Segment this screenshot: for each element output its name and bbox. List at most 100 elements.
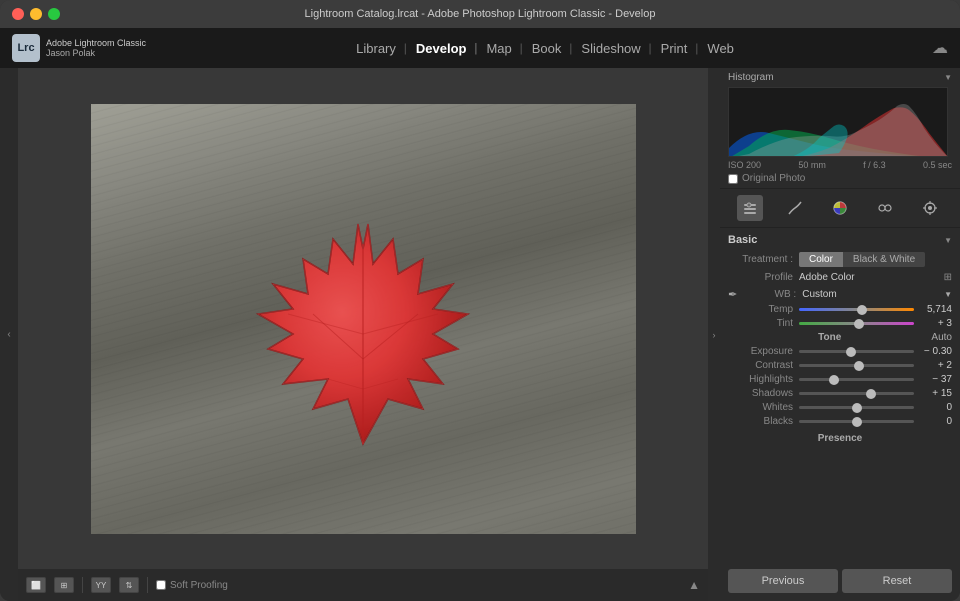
highlights-label: Highlights — [728, 374, 793, 385]
leaf-image — [173, 149, 553, 489]
bottom-buttons: Previous Reset — [720, 561, 960, 601]
bw-treatment-button[interactable]: Black & White — [843, 252, 925, 267]
temp-thumb[interactable] — [857, 305, 867, 315]
left-panel-toggle[interactable]: ‹ — [7, 329, 10, 340]
close-button[interactable] — [12, 8, 24, 20]
original-photo-label: Original Photo — [742, 173, 805, 184]
wb-dropdown-arrow[interactable]: ▼ — [944, 290, 952, 299]
whites-slider-row: Whites 0 — [728, 402, 952, 413]
tone-label: Tone — [728, 332, 931, 343]
exposure-value: − 0.30 — [920, 346, 952, 357]
aperture-value: f / 6.3 — [863, 160, 886, 170]
minimize-button[interactable] — [30, 8, 42, 20]
before-after-button[interactable]: YY — [91, 577, 111, 593]
soft-proofing-label: Soft Proofing — [170, 580, 228, 591]
original-photo-checkbox[interactable] — [728, 174, 738, 184]
basic-section: Basic ▼ Treatment : Color Black & White … — [720, 228, 960, 452]
tint-slider-row: Tint + 3 — [728, 318, 952, 329]
color-treatment-button[interactable]: Color — [799, 252, 843, 267]
contrast-slider-row: Contrast + 2 — [728, 360, 952, 371]
center-area: ⬜ ⊞ YY ⇅ Soft Proofing ▲ — [18, 68, 708, 601]
blacks-slider-row: Blacks 0 — [728, 416, 952, 427]
shadows-value: + 15 — [920, 388, 952, 399]
histogram-meta: ISO 200 50 mm f / 6.3 0.5 sec — [728, 160, 952, 170]
shadows-slider[interactable] — [799, 392, 914, 395]
nav-links: Library Develop Map Book Slideshow Print… — [346, 41, 744, 56]
filmstrip-toggle[interactable]: ▲ — [688, 578, 700, 592]
navbar: Lrc Adobe Lightroom Classic Jason Polak … — [0, 28, 960, 68]
tone-auto-button[interactable]: Auto — [931, 332, 952, 343]
exposure-thumb[interactable] — [846, 347, 856, 357]
tint-slider[interactable] — [799, 322, 914, 325]
lrc-text: Adobe Lightroom Classic Jason Polak — [46, 38, 146, 58]
exposure-slider[interactable] — [799, 350, 914, 353]
contrast-thumb[interactable] — [854, 361, 864, 371]
reset-button[interactable]: Reset — [842, 569, 952, 593]
profile-grid-icon[interactable]: ⊞ — [944, 272, 952, 283]
shadows-thumb[interactable] — [866, 389, 876, 399]
tint-value: + 3 — [920, 318, 952, 329]
app-logo: Lrc Adobe Lightroom Classic Jason Polak — [12, 34, 146, 62]
maximize-button[interactable] — [48, 8, 60, 20]
whites-thumb[interactable] — [852, 403, 862, 413]
toolbar-sep-2 — [147, 577, 148, 593]
histogram-arrow[interactable]: ▼ — [944, 73, 952, 82]
basic-adjustments-tool[interactable] — [737, 195, 763, 221]
treatment-row: Treatment : Color Black & White — [728, 252, 952, 267]
tint-label: Tint — [728, 318, 793, 329]
soft-proofing-checkbox[interactable]: Soft Proofing — [156, 580, 228, 591]
orientation-button[interactable]: ⇅ — [119, 577, 139, 593]
contrast-label: Contrast — [728, 360, 793, 371]
blacks-slider[interactable] — [799, 420, 914, 423]
whites-slider[interactable] — [799, 406, 914, 409]
shutter-value: 0.5 sec — [923, 160, 952, 170]
highlights-slider[interactable] — [799, 378, 914, 381]
nav-map[interactable]: Map — [476, 41, 521, 56]
detail-tool[interactable] — [917, 195, 943, 221]
left-panel: ‹ — [0, 68, 18, 601]
tint-thumb[interactable] — [854, 319, 864, 329]
toolbar-sep-1 — [82, 577, 83, 593]
wb-label: WB : — [741, 289, 796, 300]
tone-curve-tool[interactable] — [782, 195, 808, 221]
temp-slider[interactable] — [799, 308, 914, 311]
wb-value: Custom — [802, 289, 944, 300]
nav-print[interactable]: Print — [651, 41, 698, 56]
right-panel-tab[interactable]: › — [708, 68, 720, 601]
view-mode-button[interactable]: ⊞ — [54, 577, 74, 593]
profile-label: Profile — [728, 272, 793, 283]
cloud-icon[interactable]: ☁ — [932, 38, 948, 58]
app-name: Adobe Lightroom Classic — [46, 38, 146, 48]
original-photo-row: Original Photo — [728, 173, 952, 184]
basic-section-arrow[interactable]: ▼ — [944, 236, 952, 245]
right-panel: Histogram ▼ — [720, 68, 960, 601]
wb-eyedropper-tool[interactable]: ✒ — [728, 288, 737, 301]
contrast-slider[interactable] — [799, 364, 914, 367]
previous-button[interactable]: Previous — [728, 569, 838, 593]
temp-label: Temp — [728, 304, 793, 315]
hsl-tool[interactable] — [827, 195, 853, 221]
tone-header: Tone Auto — [728, 332, 952, 343]
blacks-label: Blacks — [728, 416, 793, 427]
nav-library[interactable]: Library — [346, 41, 406, 56]
app-window: Lightroom Catalog.lrcat - Adobe Photosho… — [0, 0, 960, 601]
traffic-lights — [12, 8, 60, 20]
focal-value: 50 mm — [798, 160, 826, 170]
basic-section-title: Basic — [728, 234, 757, 246]
temp-value: 5,714 — [920, 304, 952, 315]
nav-develop[interactable]: Develop — [406, 41, 477, 56]
photo-container — [91, 104, 636, 534]
blacks-thumb[interactable] — [852, 417, 862, 427]
nav-web[interactable]: Web — [697, 41, 744, 56]
shadows-slider-row: Shadows + 15 — [728, 388, 952, 399]
whites-value: 0 — [920, 402, 952, 413]
color-grading-tool[interactable] — [872, 195, 898, 221]
nav-book[interactable]: Book — [522, 41, 572, 56]
soft-proofing-input[interactable] — [156, 580, 166, 590]
histogram-header: Histogram ▼ — [728, 72, 952, 83]
highlights-thumb[interactable] — [829, 375, 839, 385]
nav-slideshow[interactable]: Slideshow — [571, 41, 650, 56]
exposure-slider-row: Exposure − 0.30 — [728, 346, 952, 357]
crop-tool-button[interactable]: ⬜ — [26, 577, 46, 593]
window-title: Lightroom Catalog.lrcat - Adobe Photosho… — [305, 8, 656, 20]
